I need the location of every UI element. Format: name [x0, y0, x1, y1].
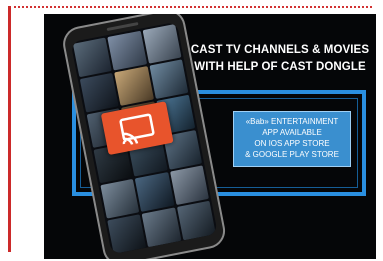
- thumbnail: [79, 72, 119, 113]
- app-availability-box: «Bab» ENTERTAINMENT APP AVAILABLE ON IOS…: [233, 111, 351, 167]
- info-line-1: «Bab» ENTERTAINMENT: [245, 117, 339, 126]
- ad-headline: CAST TV CHANNELS & MOVIES WITH HELP OF C…: [190, 42, 370, 76]
- thumbnail: [107, 214, 147, 254]
- thumbnail: [114, 66, 154, 106]
- info-line-4: & GOOGLE PLAY STORE: [245, 150, 339, 159]
- dotted-divider: [14, 6, 372, 8]
- thumbnail: [176, 200, 216, 241]
- headline-line-2: WITH HELP OF CAST DONGLE: [194, 61, 366, 73]
- info-line-2: APP AVAILABLE: [262, 128, 322, 137]
- thumbnail: [107, 30, 147, 71]
- thumbnail: [141, 207, 182, 248]
- thumbnail: [142, 24, 182, 64]
- left-accent-bar: [8, 6, 11, 252]
- info-line-3: ON IOS APP STORE: [254, 139, 330, 148]
- cast-icon: [119, 113, 155, 146]
- thumbnail: [135, 172, 175, 212]
- cast-dongle-advertisement[interactable]: CAST TV CHANNELS & MOVIES WITH HELP OF C…: [44, 14, 376, 259]
- thumbnail: [169, 165, 209, 206]
- headline-line-1: CAST TV CHANNELS & MOVIES: [190, 44, 370, 56]
- thumbnail: [100, 178, 140, 219]
- thumbnail: [149, 59, 189, 100]
- thumbnail: [72, 37, 113, 78]
